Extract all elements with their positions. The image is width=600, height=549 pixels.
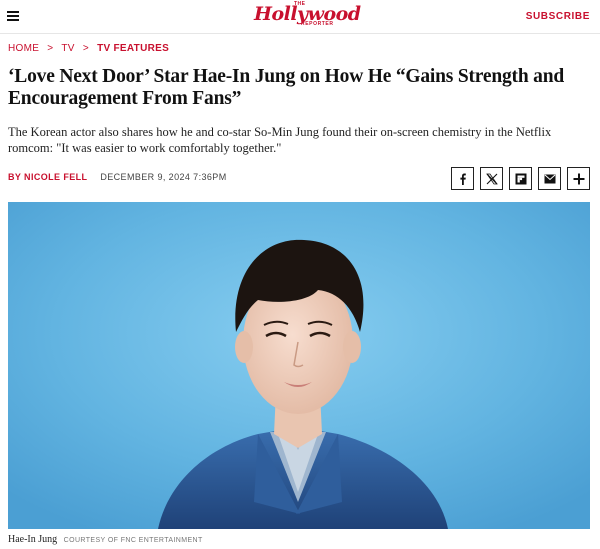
share-flipboard-button[interactable] <box>509 167 532 190</box>
share-facebook-button[interactable] <box>451 167 474 190</box>
facebook-icon <box>459 173 466 185</box>
article-dek: The Korean actor also shares how he and … <box>8 125 552 155</box>
menu-icon[interactable] <box>7 11 19 21</box>
email-icon <box>544 174 555 183</box>
photo-credit: COURTESY OF FNC ENTERTAINMENT <box>63 537 203 544</box>
logo-reporter: REPORTER <box>301 21 334 27</box>
caption-text: Hae-In Jung <box>8 534 58 545</box>
flipboard-icon <box>515 173 526 184</box>
breadcrumb-tv[interactable]: TV <box>61 43 74 54</box>
share-x-button[interactable] <box>480 167 503 190</box>
subscribe-link[interactable]: SUBSCRIBE <box>526 11 590 22</box>
x-icon <box>485 173 498 184</box>
publish-date: DECEMBER 9, 2024 7:36PM <box>100 172 227 182</box>
byline: BY NICOLE FELL DECEMBER 9, 2024 7:36PM <box>8 172 227 182</box>
breadcrumb-separator: > <box>82 43 89 54</box>
site-logo[interactable]: THE Hollywood REPORTER <box>238 1 362 31</box>
breadcrumb-home[interactable]: HOME <box>8 43 39 54</box>
image-caption: Hae-In Jung COURTESY OF FNC ENTERTAINMEN… <box>8 534 203 545</box>
share-bar <box>451 167 590 190</box>
article-headline: ‘Love Next Door’ Star Hae-In Jung on How… <box>8 66 564 109</box>
plus-icon <box>573 173 584 184</box>
portrait-illustration <box>8 202 590 529</box>
site-header: THE Hollywood REPORTER SUBSCRIBE <box>0 0 600 34</box>
breadcrumb-separator: > <box>47 43 54 54</box>
breadcrumb: HOME > TV > TV FEATURES <box>8 43 169 54</box>
share-more-button[interactable] <box>567 167 590 190</box>
breadcrumb-tv-features[interactable]: TV FEATURES <box>97 43 169 54</box>
share-email-button[interactable] <box>538 167 561 190</box>
hero-image <box>8 202 590 529</box>
author-link[interactable]: BY NICOLE FELL <box>8 172 87 182</box>
